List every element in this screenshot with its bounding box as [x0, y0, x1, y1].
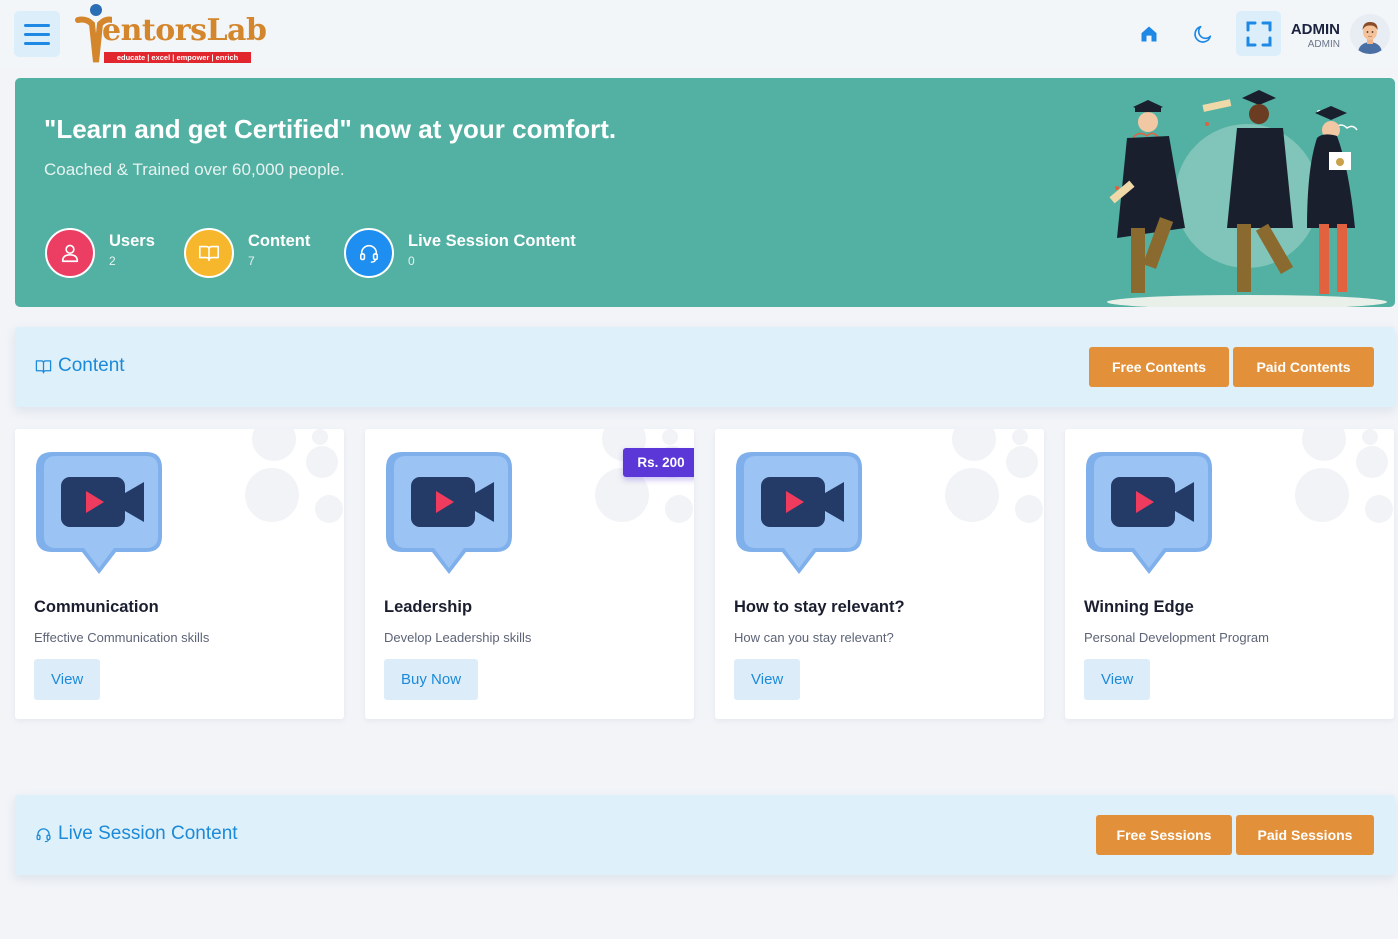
card-description: Effective Communication skills	[34, 630, 210, 645]
card-decoration	[245, 429, 343, 523]
logo-wordmark: entorsLab	[102, 13, 267, 48]
user-icon	[61, 244, 79, 263]
banner-title: "Learn and get Certified" now at your co…	[44, 114, 617, 144]
video-icon	[1086, 452, 1212, 574]
card-title: Communication	[34, 598, 159, 616]
free-contents-button[interactable]: Free Contents	[1089, 347, 1229, 387]
card-description: Personal Development Program	[1084, 630, 1269, 645]
banner-subtitle: Coached & Trained over 60,000 people.	[44, 160, 345, 179]
avatar[interactable]	[1350, 14, 1390, 54]
headset-icon	[359, 244, 379, 263]
content-card[interactable]: How to stay relevant? How can you stay r…	[715, 429, 1044, 719]
dark-mode-toggle[interactable]	[1183, 14, 1223, 54]
stat-content-badge	[184, 228, 234, 278]
content-section-title: Content	[35, 355, 125, 377]
paid-contents-button[interactable]: Paid Contents	[1233, 347, 1374, 387]
live-session-section-header: Live Session Content Free Sessions Paid …	[15, 795, 1395, 875]
video-icon	[386, 452, 512, 574]
fullscreen-button[interactable]	[1236, 11, 1281, 56]
stat-live-sessions-label: Live Session Content	[408, 232, 576, 250]
content-card[interactable]: Winning Edge Personal Development Progra…	[1065, 429, 1394, 719]
card-title: Winning Edge	[1084, 598, 1194, 616]
card-description: Develop Leadership skills	[384, 630, 532, 645]
stat-users-badge	[45, 228, 95, 278]
paid-sessions-button[interactable]: Paid Sessions	[1236, 815, 1374, 855]
stat-content-label: Content	[248, 232, 311, 250]
avatar-image	[1350, 14, 1390, 54]
content-card[interactable]: Rs. 200 Leadership Develop Leadership sk…	[365, 429, 694, 719]
live-session-section-title: Live Session Content	[35, 823, 238, 845]
top-header: entorsLab educate | excel | empower | en…	[0, 0, 1398, 68]
user-role: ADMIN	[1307, 39, 1340, 50]
price-badge: Rs. 200	[623, 448, 694, 477]
card-description: How can you stay relevant?	[734, 630, 894, 645]
content-card[interactable]: Communication Effective Communication sk…	[15, 429, 344, 719]
user-name[interactable]: ADMIN	[1284, 21, 1340, 38]
card-title: Leadership	[384, 598, 473, 616]
graduates-illustration	[1107, 90, 1387, 307]
stat-content-value: 7	[248, 254, 255, 268]
card-decoration	[945, 429, 1043, 523]
book-icon	[35, 359, 52, 374]
free-sessions-button[interactable]: Free Sessions	[1096, 815, 1232, 855]
content-section-header: Content Free Contents Paid Contents	[15, 327, 1395, 407]
menu-icon	[24, 23, 50, 27]
headset-icon	[36, 827, 51, 842]
moon-icon	[1194, 25, 1212, 43]
card-title: How to stay relevant?	[734, 598, 905, 616]
view-button[interactable]: View	[734, 659, 801, 700]
welcome-banner: "Learn and get Certified" now at your co…	[15, 78, 1395, 307]
fullscreen-icon	[1246, 21, 1271, 46]
stat-live-sessions-badge	[344, 228, 394, 278]
book-icon	[199, 245, 219, 262]
menu-toggle-button[interactable]	[14, 11, 60, 57]
logo-tagline: educate | excel | empower | enrich	[104, 52, 251, 63]
stat-users-value: 2	[109, 254, 116, 268]
home-icon	[1141, 26, 1157, 42]
view-button[interactable]: View	[34, 659, 101, 700]
video-icon	[736, 452, 862, 574]
home-button[interactable]	[1129, 14, 1169, 54]
view-button[interactable]: View	[1084, 659, 1151, 700]
stat-live-sessions-value: 0	[408, 254, 415, 268]
card-decoration	[1295, 429, 1393, 523]
mentorslab-logo[interactable]: entorsLab educate | excel | empower | en…	[68, 2, 267, 64]
video-icon	[36, 452, 162, 574]
card-decoration	[595, 429, 693, 523]
buy-now-button[interactable]: Buy Now	[384, 659, 479, 700]
stat-users-label: Users	[109, 232, 155, 250]
